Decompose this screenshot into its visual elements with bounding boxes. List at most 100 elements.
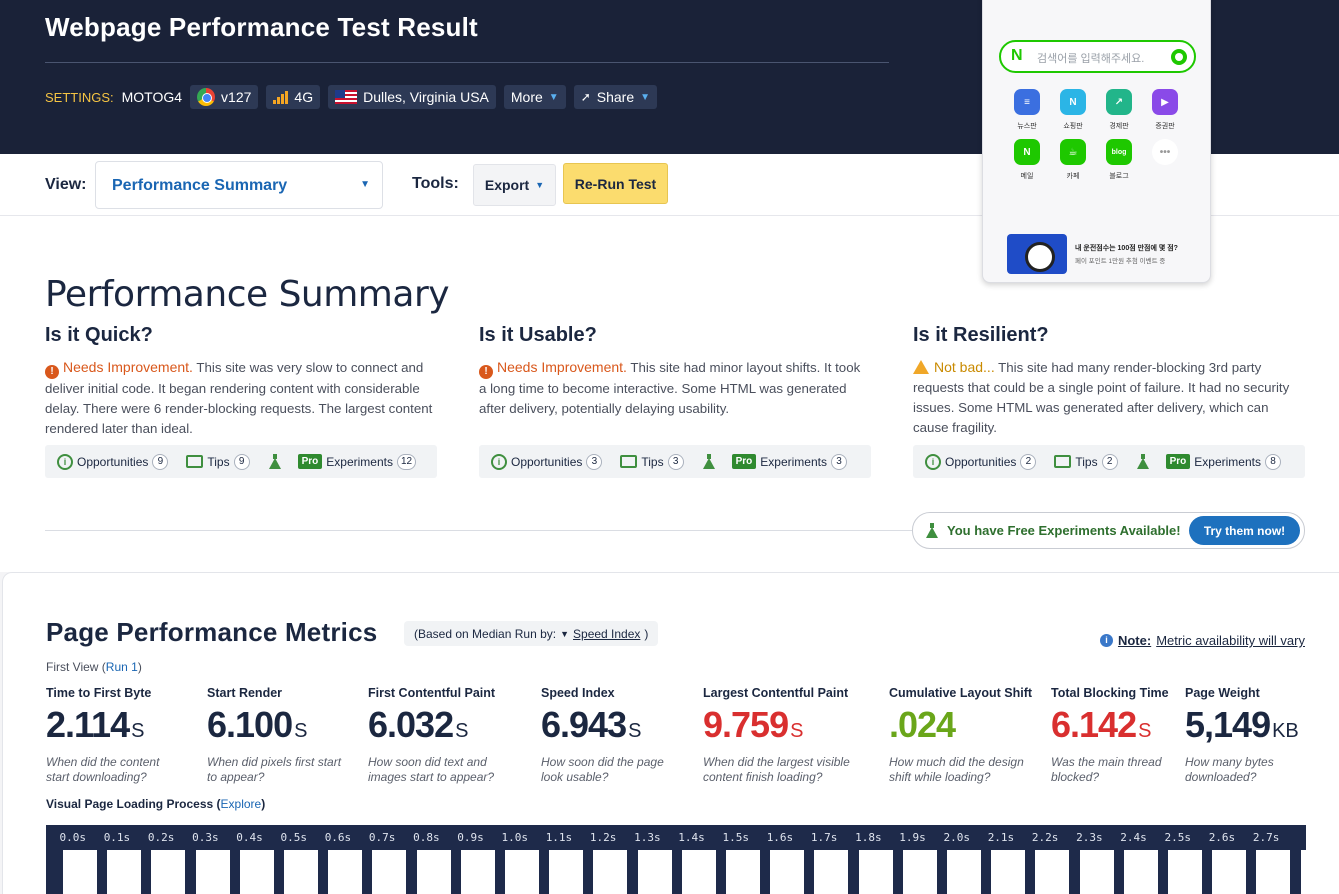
filmstrip-frame[interactable]: 0.4s bbox=[223, 825, 274, 894]
tips-link[interactable]: Tips 3 bbox=[620, 453, 684, 470]
filmstrip-frame[interactable]: 1.0s bbox=[488, 825, 539, 894]
filmstrip-frame[interactable]: 0.3s bbox=[179, 825, 230, 894]
filmstrip[interactable]: 0.0s 0.1s 0.2s 0.3s 0.4s 0.5s 0.6s 0.7s 0.8s 0.9s… bbox=[46, 825, 1306, 894]
filmstrip-frame[interactable]: 1.4s bbox=[665, 825, 716, 894]
filmstrip-frame[interactable]: 2.3s bbox=[1063, 825, 1114, 894]
filmstrip-frame[interactable]: 1.7s bbox=[797, 825, 849, 894]
filmstrip-frame[interactable]: 1.1s bbox=[532, 825, 584, 894]
page-title: Webpage Performance Test Result bbox=[45, 12, 478, 42]
metric-unit: S bbox=[790, 720, 804, 742]
frame-time: 1.2s bbox=[589, 831, 617, 844]
app-shortcut[interactable]: ▶ 증권판 bbox=[1145, 89, 1185, 131]
metric-number: .024 bbox=[889, 704, 956, 745]
quick-column: Is it Quick? ! Needs Improvement. This si… bbox=[45, 324, 437, 478]
metric-value: 6.100 S bbox=[207, 705, 347, 751]
metric-title: Speed Index bbox=[541, 686, 615, 700]
app-shortcut[interactable]: N 메일 bbox=[1007, 139, 1047, 181]
median-run-selector[interactable]: (Based on Median Run by: ▼ Speed Index ) bbox=[404, 621, 659, 646]
experiments-label: Experiments bbox=[326, 454, 393, 469]
browser-version: v127 bbox=[221, 89, 252, 105]
experiments-link[interactable]: Pro Experiments 3 bbox=[702, 453, 847, 470]
naver-logo-icon: N bbox=[1011, 47, 1023, 64]
popup-banner[interactable]: 내 운전점수는 100점 만점에 몇 점? 페이 포인트 1만원 추첨 이벤트 … bbox=[1007, 234, 1189, 274]
filmstrip-frame[interactable]: 0.5s bbox=[267, 825, 318, 894]
filmstrip-frame[interactable]: 1.3s bbox=[621, 825, 672, 894]
filmstrip-frame[interactable]: 0.8s bbox=[400, 825, 451, 894]
test-settings: SETTINGS: MOTOG4 v127 4G Dulles, Virgini… bbox=[45, 85, 658, 109]
pro-badge: Pro bbox=[731, 454, 757, 469]
app-shortcut[interactable]: ☕ 카페 bbox=[1053, 139, 1093, 181]
export-button[interactable]: Export ▼ bbox=[473, 164, 556, 206]
metric-value: 6.943 S bbox=[541, 705, 671, 751]
app-label: 카페 bbox=[1066, 173, 1080, 180]
metric-note: i Note: Metric availability will vary bbox=[1099, 633, 1305, 648]
frame-time: 0.6s bbox=[324, 831, 352, 844]
view-select[interactable]: Performance Summary ▼ bbox=[95, 161, 383, 209]
tips-label: Tips bbox=[641, 454, 664, 469]
quick-text: ! Needs Improvement. This site was very s… bbox=[45, 357, 437, 439]
first-view-close: ) bbox=[137, 660, 142, 674]
metric-description: How soon did the page look usable? bbox=[541, 755, 664, 784]
metric-title: Cumulative Layout Shift bbox=[889, 686, 1033, 700]
filmstrip-frame[interactable]: 1.8s bbox=[842, 825, 893, 894]
rerun-test-button[interactable]: Re-Run Test bbox=[563, 163, 668, 204]
frame-time: 1.6s bbox=[766, 831, 794, 844]
filmstrip-frame[interactable]: 0.6s bbox=[311, 825, 363, 894]
filmstrip-frame[interactable]: 2.5s bbox=[1151, 825, 1202, 894]
filmstrip-frame[interactable]: 1.6s bbox=[753, 825, 805, 894]
app-shortcut[interactable]: blog 블로그 bbox=[1099, 139, 1139, 181]
share-button[interactable]: ➚ Share ▼ bbox=[573, 85, 658, 109]
app-shortcut[interactable]: N 쇼핑판 bbox=[1053, 89, 1093, 131]
filmstrip-frame[interactable]: 0.1s bbox=[90, 825, 142, 894]
naver-popup: N 검색어를 입력해주세요. ≡ 뉴스판 N 쇼핑판 ↗ 경제판 ▶ 증권판 N 메일 ☕ 카페 blo… bbox=[982, 0, 1211, 283]
filmstrip-frame[interactable]: 2.6s bbox=[1195, 825, 1247, 894]
app-shortcut[interactable]: ≡ 뉴스판 bbox=[1007, 89, 1047, 131]
app-label: 메일 bbox=[1020, 173, 1034, 180]
opportunities-count: 3 bbox=[586, 453, 603, 470]
filmstrip-frame[interactable]: 2.2s bbox=[1018, 825, 1070, 894]
free-experiments-text: You have Free Experiments Available! bbox=[947, 523, 1181, 538]
filmstrip-frame[interactable]: 2.7s bbox=[1239, 825, 1291, 894]
filmstrip-frame[interactable]: 1.2s bbox=[576, 825, 628, 894]
search-button-icon[interactable] bbox=[1171, 49, 1187, 65]
filmstrip-frame[interactable]: 1.5s bbox=[709, 825, 760, 894]
caret-down-icon: ▼ bbox=[560, 628, 570, 639]
opportunities-link[interactable]: i Opportunities 2 bbox=[925, 453, 1037, 470]
tips-label: Tips bbox=[207, 454, 230, 469]
us-flag-icon bbox=[335, 90, 358, 104]
filmstrip-frame[interactable]: 0.0s bbox=[46, 825, 97, 894]
quick-actions-bar: i Opportunities 9 Tips 9 Pro Experiments 12 bbox=[45, 445, 437, 478]
filmstrip-frame[interactable]: 0.9s bbox=[444, 825, 495, 894]
tips-link[interactable]: Tips 9 bbox=[186, 453, 250, 470]
chevron-down-icon: ▼ bbox=[535, 180, 545, 190]
frame-time: 0.0s bbox=[59, 831, 87, 844]
naver-search-box[interactable]: N 검색어를 입력해주세요. bbox=[999, 40, 1196, 73]
frame-time: 1.1s bbox=[545, 831, 573, 844]
metric-description: Was the main thread blocked? bbox=[1051, 755, 1162, 784]
filmstrip-frame[interactable]: 2.4s bbox=[1107, 825, 1158, 894]
filmstrip-frame[interactable]: 0.7s bbox=[355, 825, 407, 894]
chevron-down-icon: ▼ bbox=[360, 179, 370, 190]
note-text[interactable]: Metric availability will vary bbox=[1156, 633, 1305, 648]
filmstrip-frame[interactable]: 2.1s bbox=[974, 825, 1026, 894]
filmstrip-frame[interactable]: 2 bbox=[1284, 825, 1306, 894]
opportunities-icon: i bbox=[491, 453, 507, 470]
filmstrip-frame[interactable]: 1.9s bbox=[886, 825, 937, 894]
opportunities-count: 2 bbox=[1020, 453, 1037, 470]
experiments-link[interactable]: Pro Experiments 8 bbox=[1136, 453, 1281, 470]
filmstrip-frame[interactable]: 0.2s bbox=[134, 825, 186, 894]
opportunities-link[interactable]: i Opportunities 9 bbox=[57, 453, 169, 470]
app-shortcut[interactable]: ↗ 경제판 bbox=[1099, 89, 1139, 131]
tips-count: 3 bbox=[667, 453, 684, 470]
experiments-link[interactable]: Pro Experiments 12 bbox=[268, 453, 417, 470]
median-prefix: (Based on Median Run by: bbox=[414, 626, 557, 641]
explore-link[interactable]: Explore bbox=[221, 797, 262, 811]
quick-heading: Is it Quick? bbox=[45, 324, 153, 346]
filmstrip-frame[interactable]: 2.0s bbox=[930, 825, 981, 894]
opportunities-link[interactable]: i Opportunities 3 bbox=[491, 453, 603, 470]
run-link[interactable]: Run 1 bbox=[106, 660, 138, 674]
app-shortcut[interactable]: ••• bbox=[1145, 139, 1185, 171]
more-button[interactable]: More ▼ bbox=[503, 85, 566, 109]
tips-link[interactable]: Tips 2 bbox=[1054, 453, 1118, 470]
try-them-now-button[interactable]: Try them now! bbox=[1189, 516, 1300, 545]
